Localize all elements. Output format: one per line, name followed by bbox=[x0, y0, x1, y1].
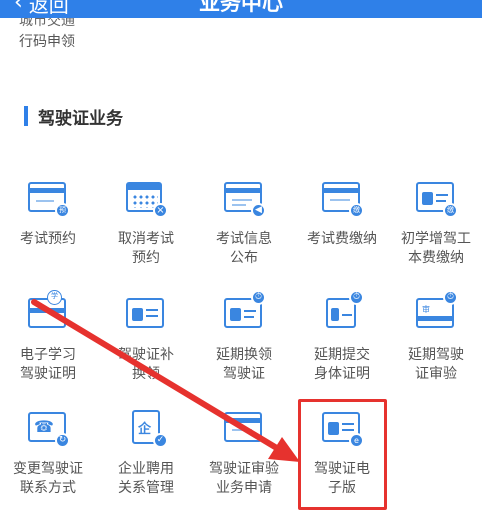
service-label: 考试预约 bbox=[20, 231, 76, 247]
license-review-icon bbox=[222, 408, 266, 448]
service-label: 取消考试 预约 bbox=[118, 231, 174, 266]
header-bar: ‹ 返回 业务中心 bbox=[0, 0, 482, 18]
service-label: 初学增驾工 本费缴纳 bbox=[401, 231, 471, 266]
service-label: 延期换领 驾驶证 bbox=[216, 347, 272, 382]
badge-text: 缴 bbox=[349, 203, 364, 218]
service-item-study-certificate[interactable]: 学 电子学习 驾驶证明 bbox=[0, 290, 96, 384]
service-item-cancel-exam[interactable]: × 取消考试 预约 bbox=[98, 178, 194, 268]
section-title: 驾驶证业务 bbox=[38, 108, 123, 129]
service-item-license-review[interactable]: 驾驶证审验 业务申请 bbox=[196, 408, 292, 498]
service-label-line1: 城市交通 bbox=[19, 18, 75, 29]
cancel-exam-icon: × bbox=[124, 178, 168, 218]
service-label: 企业聘用 关系管理 bbox=[118, 461, 174, 496]
service-item-enterprise[interactable]: 企 ✓ 企业聘用 关系管理 bbox=[98, 408, 194, 498]
annotation-highlight-box bbox=[298, 399, 387, 510]
service-label: 延期提交 身体证明 bbox=[314, 347, 370, 382]
service-label-line2: 行码申领 bbox=[19, 34, 75, 50]
service-item-exam-info[interactable]: ◀ 考试信息 公布 bbox=[196, 178, 292, 268]
service-label: 驾驶证补 换领 bbox=[118, 347, 174, 382]
service-item-delay-health[interactable]: ⏱ 延期提交 身体证明 bbox=[294, 290, 390, 384]
delay-review-icon: 审 ⏱ bbox=[414, 290, 458, 334]
service-item-change-contact[interactable]: ☎ ↻ 变更驾驶证 联系方式 bbox=[0, 408, 96, 498]
service-item-delay-review[interactable]: 审 ⏱ 延期驾驶 证审验 bbox=[388, 290, 482, 384]
service-label: 变更驾驶证 联系方式 bbox=[13, 461, 83, 496]
delay-renew-icon: ⏱ bbox=[222, 290, 266, 334]
service-item-beginner-fee[interactable]: 缴 初学增驾工 本费缴纳 bbox=[388, 178, 482, 268]
service-label: 延期驾驶 证审验 bbox=[408, 347, 464, 382]
service-label: 考试费缴纳 bbox=[307, 231, 377, 247]
exam-info-icon: ◀ bbox=[222, 178, 266, 218]
change-contact-icon: ☎ ↻ bbox=[26, 408, 70, 448]
service-item-license-replace[interactable]: 驾驶证补 换领 bbox=[98, 294, 194, 384]
enterprise-icon: 企 ✓ bbox=[124, 408, 168, 448]
section-accent-bar bbox=[24, 106, 28, 126]
study-certificate-icon: 学 bbox=[26, 290, 70, 334]
exam-fee-icon: 缴 bbox=[320, 178, 364, 218]
section-header: 驾驶证业务 bbox=[24, 104, 123, 129]
badge-text: 审 bbox=[422, 305, 430, 314]
service-item-previous[interactable]: 城市交通 行码申领 bbox=[4, 18, 90, 52]
service-label: 驾驶证审验 业务申请 bbox=[209, 461, 279, 496]
badge-text: 学 bbox=[47, 290, 62, 305]
beginner-fee-icon: 缴 bbox=[414, 178, 458, 218]
page-title: 业务中心 bbox=[199, 0, 283, 15]
service-label: 电子学习 驾驶证明 bbox=[20, 347, 76, 382]
service-item-delay-renew[interactable]: ⏱ 延期换领 驾驶证 bbox=[196, 290, 292, 384]
exam-booking-icon: 预 bbox=[26, 178, 70, 218]
service-item-exam-booking[interactable]: 预 考试预约 bbox=[0, 178, 96, 249]
delay-health-icon: ⏱ bbox=[320, 290, 364, 334]
license-replace-icon bbox=[124, 294, 168, 334]
service-label: 考试信息 公布 bbox=[216, 231, 272, 266]
badge-text: 缴 bbox=[443, 203, 458, 218]
badge-text: 预 bbox=[55, 203, 70, 218]
service-item-exam-fee[interactable]: 缴 考试费缴纳 bbox=[294, 178, 390, 249]
